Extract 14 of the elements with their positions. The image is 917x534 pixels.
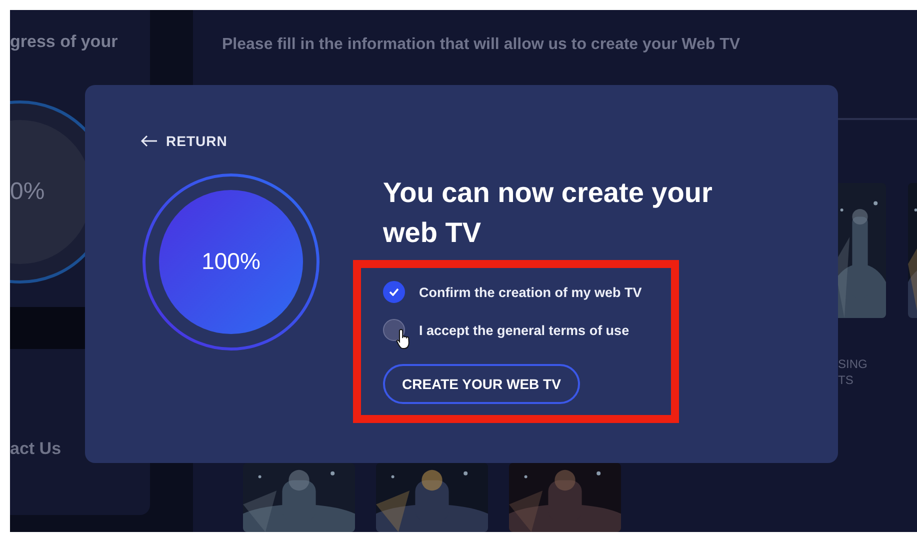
checkbox-label: Confirm the creation of my web TV <box>419 284 642 300</box>
checkbox-label: I accept the general terms of use <box>419 322 630 338</box>
progress-percent: 100% <box>200 248 262 275</box>
hand-pointer-icon <box>396 328 412 350</box>
back-arrow-icon <box>140 135 158 147</box>
sidebar-heading: gress of your <box>10 32 119 52</box>
return-link[interactable]: RETURN <box>140 133 228 149</box>
dialog-title: You can now create your web TV <box>383 176 714 250</box>
progress-percent: 0% <box>10 178 45 206</box>
checkbox[interactable] <box>383 281 405 303</box>
check-icon <box>389 288 399 296</box>
thumbnail-caption: SING TS <box>838 356 868 388</box>
create-button[interactable]: CREATE YOUR WEB TV <box>383 364 580 404</box>
page-heading: Please fill in the information that will allow us to create your Web TV <box>221 35 742 54</box>
